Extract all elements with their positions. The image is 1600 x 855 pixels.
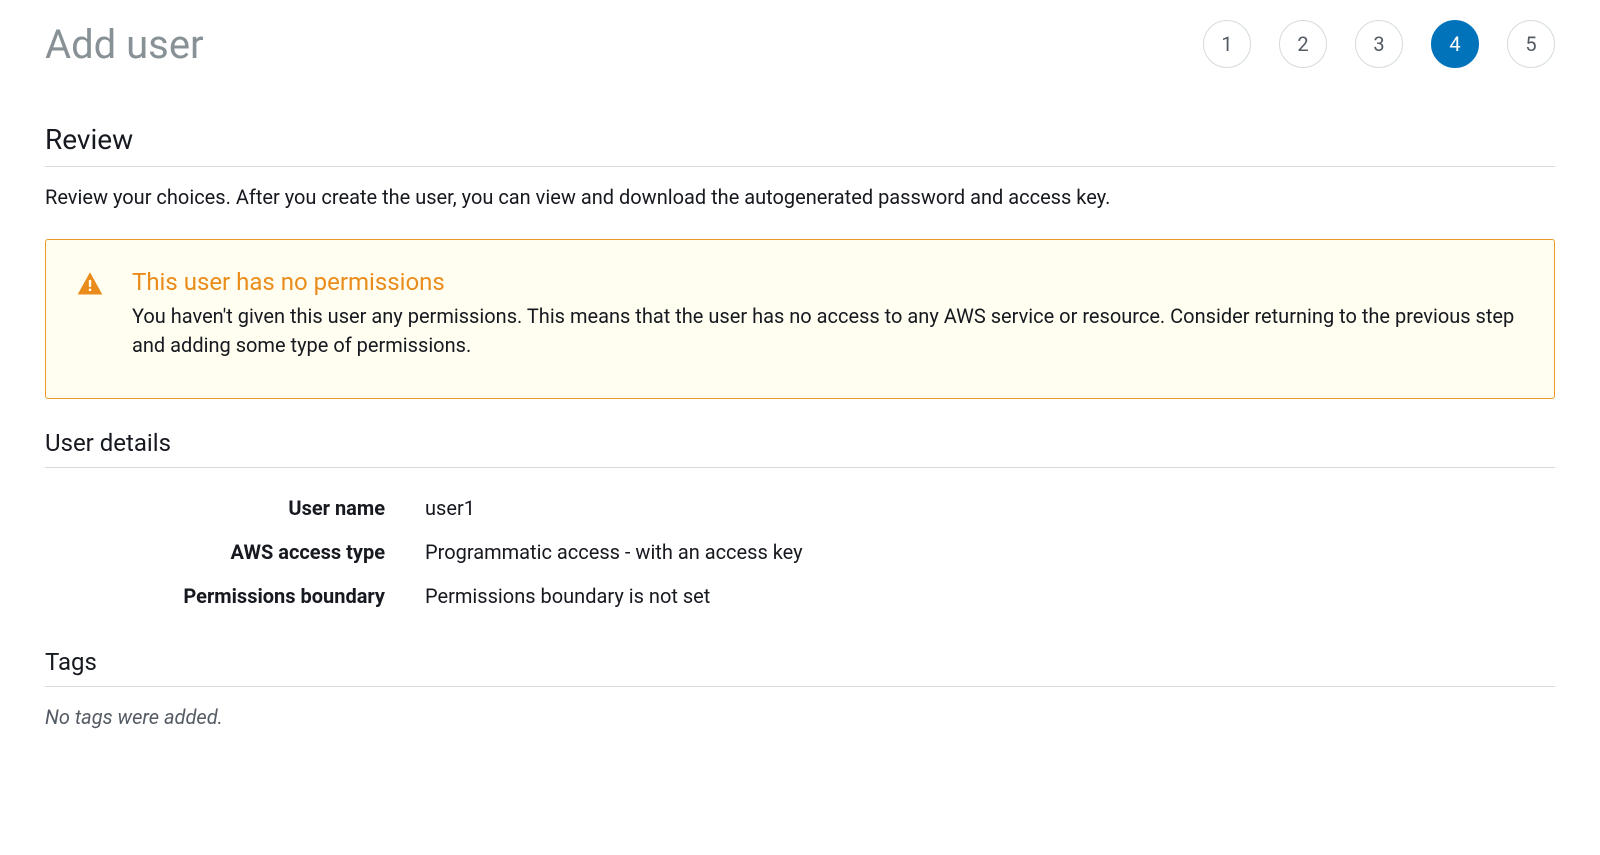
user-details-heading: User details [45,429,1555,468]
detail-row-access-type: AWS access type Programmatic access - wi… [45,530,1555,574]
user-details-list: User name user1 AWS access type Programm… [45,486,1555,618]
wizard-step-4[interactable]: 4 [1431,20,1479,68]
tags-heading: Tags [45,648,1555,687]
wizard-step-3[interactable]: 3 [1355,20,1403,68]
tags-section: Tags No tags were added. [45,648,1555,729]
wizard-steps: 1 2 3 4 5 [1203,20,1555,68]
alert-content: This user has no permissions You haven't… [132,268,1524,360]
alert-description: You haven't given this user any permissi… [132,302,1524,360]
detail-label: User name [45,496,425,520]
detail-value: user1 [425,496,475,520]
wizard-step-1[interactable]: 1 [1203,20,1251,68]
detail-row-username: User name user1 [45,486,1555,530]
warning-alert: This user has no permissions You haven't… [45,239,1555,399]
detail-value: Permissions boundary is not set [425,584,710,608]
alert-title: This user has no permissions [132,268,1524,296]
detail-value: Programmatic access - with an access key [425,540,803,564]
wizard-step-5[interactable]: 5 [1507,20,1555,68]
detail-label: AWS access type [45,540,425,564]
page-header: Add user 1 2 3 4 5 [45,20,1555,68]
page-title: Add user [45,21,204,68]
detail-row-permissions-boundary: Permissions boundary Permissions boundar… [45,574,1555,618]
tags-empty-text: No tags were added. [45,705,1555,729]
review-heading: Review [45,123,1555,167]
detail-label: Permissions boundary [45,584,425,608]
wizard-step-2[interactable]: 2 [1279,20,1327,68]
warning-icon [76,270,104,360]
review-description: Review your choices. After you create th… [45,185,1555,209]
